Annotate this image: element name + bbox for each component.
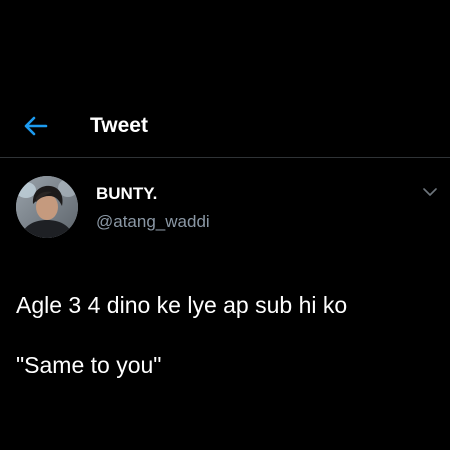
avatar[interactable] [16, 176, 78, 238]
tweet-screen: Tweet BUNTY. @atang_waddi Agle 3 4 dino … [0, 0, 450, 450]
back-button[interactable] [20, 113, 50, 139]
avatar-image [16, 176, 78, 238]
chevron-down-icon [423, 187, 437, 196]
display-name[interactable]: BUNTY. [96, 183, 157, 205]
more-options-button[interactable] [420, 184, 440, 200]
tweet-text-line: "Same to you" [16, 352, 162, 378]
tweet-text: Agle 3 4 dino ke lye ap sub hi ko "Same … [16, 260, 436, 410]
user-handle[interactable]: @atang_waddi [96, 211, 210, 233]
tweet-text-line: Agle 3 4 dino ke lye ap sub hi ko [16, 292, 348, 318]
arrow-left-icon [24, 116, 48, 136]
top-bar: Tweet [0, 96, 450, 158]
page-title: Tweet [90, 114, 148, 137]
